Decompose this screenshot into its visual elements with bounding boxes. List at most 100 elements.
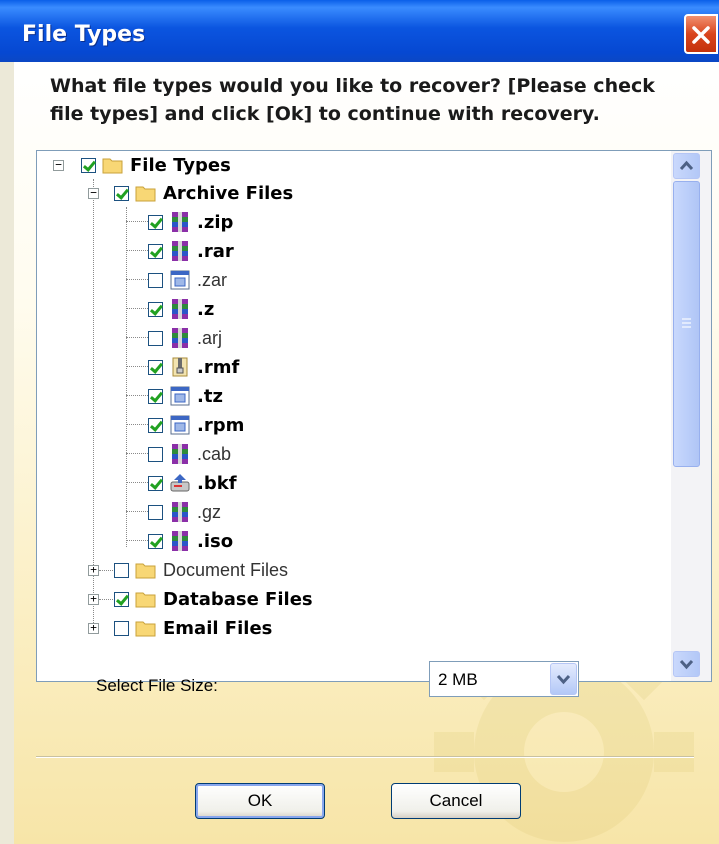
tree-node-archive-files[interactable]: Archive Files [114,179,293,207]
folder-icon [135,621,156,637]
tree-item-zip[interactable]: .zip [148,208,233,236]
vertical-scrollbar[interactable] [671,151,711,681]
tree-guide-line [126,540,148,541]
tree-item-label: .cab [197,443,232,464]
tree-node-document-files[interactable]: Document Files [114,556,288,584]
tree-node-label: Email Files [163,617,273,639]
tree-item-label: .arj [197,327,223,348]
checkbox[interactable] [148,504,163,520]
tree-item-rar[interactable]: .rar [148,237,234,265]
collapse-toggle[interactable]: − [88,187,99,199]
tree-item-label: .rpm [197,414,245,436]
checkbox[interactable] [148,243,163,259]
file-size-label: Select File Size: [96,676,218,695]
scroll-down-button[interactable] [673,651,700,677]
tree-item-rmf[interactable]: .rmf [148,353,239,381]
close-icon [692,26,710,44]
archive-stack-icon [172,502,188,522]
expand-toggle[interactable]: + [88,622,99,634]
checkbox[interactable] [148,446,163,462]
chevron-down-icon [679,659,694,670]
dialog-body: What file types would you like to recove… [14,62,719,844]
tree-guide-line [126,366,148,367]
expand-toggle[interactable]: + [88,593,99,605]
checkbox[interactable] [148,330,163,346]
tree-node-label: Document Files [163,559,289,580]
tree-item-label: .rmf [197,356,240,378]
scroll-up-button[interactable] [673,153,700,179]
tree-guide-line [99,570,113,571]
tree-guide-line [126,279,148,280]
tree-guide-line [126,308,148,309]
checkbox[interactable] [148,272,163,288]
tree-guide-line [126,221,148,222]
folder-icon [102,158,123,174]
tree-node-label: Database Files [163,588,313,610]
tree-node-file-types[interactable]: File Types [81,151,231,179]
tree-item-label: .iso [197,530,234,552]
checkbox[interactable] [148,388,163,404]
tree-guide-line [126,424,148,425]
checkbox[interactable] [148,417,163,433]
chevron-up-icon [679,160,694,171]
tree-node-database-files[interactable]: Database Files [114,585,313,613]
tree-item-label: .z [197,298,215,320]
checkbox[interactable] [114,620,129,636]
file-size-select[interactable]: 2 MB [429,661,579,697]
checkbox[interactable] [148,214,163,230]
tree-guide-line [126,337,148,338]
dropdown-button[interactable] [550,663,577,695]
tree-item-tz[interactable]: .tz [148,382,223,410]
divider [36,756,694,758]
checkbox[interactable] [114,562,129,578]
zip-folder-icon [172,357,188,377]
close-button[interactable] [684,14,718,54]
expand-toggle[interactable]: + [88,564,99,576]
tree-item-cab[interactable]: .cab [148,440,231,468]
archive-stack-icon [172,531,188,551]
tree-item-label: .rar [197,240,234,262]
checkbox[interactable] [148,475,163,491]
archive-stack-icon [172,328,188,348]
ok-button[interactable]: OK [195,783,325,819]
tree-node-label: File Types [130,154,231,176]
file-type-tree: − File Types − Archive Files .zip .rar .… [36,150,712,682]
checkbox[interactable] [148,301,163,317]
window-app-icon [170,415,190,435]
tree-item-label: .bkf [197,472,237,494]
file-size-value: 2 MB [438,670,478,689]
tree-node-label: Archive Files [163,182,294,204]
tree-item-rpm[interactable]: .rpm [148,411,244,439]
archive-stack-icon [172,444,188,464]
collapse-toggle[interactable]: − [53,159,64,171]
tree-guide-line [126,511,148,512]
checkbox[interactable] [114,185,129,201]
cancel-button[interactable]: Cancel [391,783,521,819]
tree-item-label: .tz [197,385,223,407]
chevron-down-icon [556,674,571,685]
tree-item-iso[interactable]: .iso [148,527,233,555]
tree-guide-line [126,207,127,547]
tree-item-gz[interactable]: .gz [148,498,221,526]
tree-item-z[interactable]: .z [148,295,214,323]
backup-drive-icon [170,474,190,492]
tree-item-zar[interactable]: .zar [148,266,227,294]
tree-item-arj[interactable]: .arj [148,324,222,352]
tree-guide-line [126,250,148,251]
checkbox[interactable] [148,359,163,375]
checkbox[interactable] [81,157,96,173]
tree-item-label: .zip [197,211,234,233]
checkbox[interactable] [148,533,163,549]
instruction-text: What file types would you like to recove… [50,75,655,125]
grip-icon [682,318,691,328]
archive-stack-icon [172,241,188,261]
tree-node-email-files[interactable]: Email Files [114,614,272,642]
scroll-thumb[interactable] [673,181,700,467]
tree-guide-line [126,453,148,454]
checkbox[interactable] [114,591,129,607]
window-title: File Types [22,22,146,47]
title-bar[interactable]: File Types [0,0,719,62]
tree-guide-line [126,395,148,396]
tree-item-label: .zar [197,269,228,290]
tree-item-bkf[interactable]: .bkf [148,469,237,497]
